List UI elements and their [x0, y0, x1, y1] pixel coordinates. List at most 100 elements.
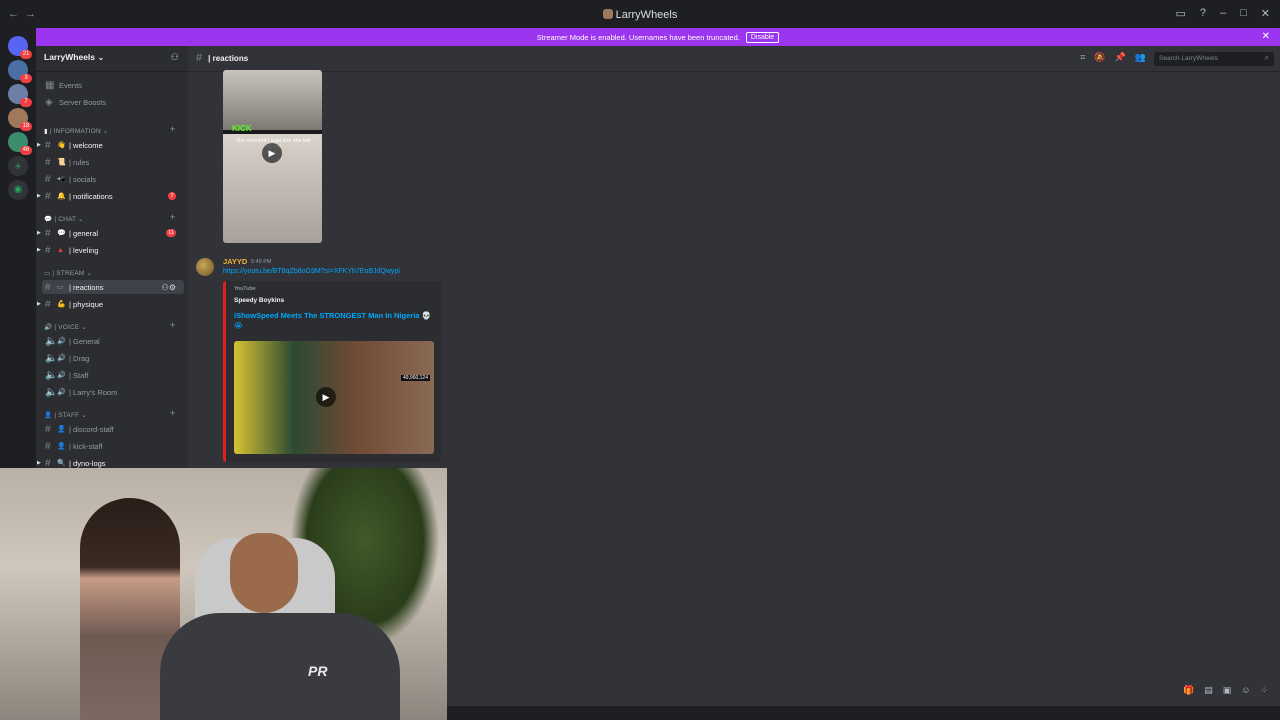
server-icon[interactable]: 46: [8, 132, 32, 155]
embed-video-thumbnail[interactable]: 49,960,124 ▶: [234, 341, 434, 454]
speaker-icon: 🔈: [45, 386, 58, 398]
server-icon-larrywheels[interactable]: 18: [8, 108, 32, 131]
add-server-icon[interactable]: +: [8, 156, 28, 176]
person-right: PR: [160, 533, 400, 720]
add-channel-icon[interactable]: +: [170, 124, 175, 134]
mute-icon[interactable]: 🔕: [1094, 52, 1105, 63]
message-author[interactable]: JAYYD: [223, 257, 247, 266]
video-attachment[interactable]: KICK The moment I said this she left my …: [223, 70, 322, 243]
window-titlebar: ←→ LarryWheels ▭ ? – □ ✕: [0, 0, 1280, 30]
minimize-button[interactable]: –: [1220, 7, 1226, 20]
sidebar-item-events[interactable]: ▦ Events: [42, 78, 184, 92]
pin-icon[interactable]: 📌: [1115, 52, 1126, 63]
server-icon[interactable]: 7: [8, 84, 32, 107]
home-button[interactable]: 21: [8, 36, 32, 59]
gif-icon[interactable]: ▤: [1204, 685, 1213, 696]
close-icon[interactable]: ✕: [1262, 31, 1270, 42]
category-chat[interactable]: 💬 | CHAT ⌄ +: [44, 212, 175, 223]
window-controls: ▭ ? – □ ✕: [1175, 7, 1270, 20]
message-link[interactable]: https://youtu.be/BT8qZb8oG9M?si=XFKYh7Eo…: [223, 268, 400, 275]
channel-leveling[interactable]: ▶ # ▲ | leveling: [37, 243, 184, 257]
sticker-icon[interactable]: ▣: [1223, 685, 1232, 696]
category-staff[interactable]: 👤 | STAFF ⌄ +: [44, 408, 175, 419]
message-input-bar[interactable]: 🎁 ▤ ▣ ☺ ⁘: [447, 676, 1280, 706]
hash-icon: #: [45, 298, 51, 310]
embed-title[interactable]: iShowSpeed Meets The STRONGEST Man In Ni…: [234, 311, 434, 331]
hash-icon: #: [45, 156, 51, 168]
play-icon[interactable]: ▶: [262, 143, 282, 163]
shirt-logo: PR: [308, 663, 328, 679]
voice-channel-general[interactable]: 🔈 🔊 | General: [42, 334, 184, 348]
channel-sidebar: LarryWheels ⌄ ⚇ ▦ Events ◈ Server Boosts ▮…: [36, 46, 188, 468]
footer-strip: [447, 706, 1280, 720]
channel-general[interactable]: ▶ # 💬 | general 11: [37, 226, 184, 240]
channel-socials[interactable]: # 📲 | socials: [42, 172, 184, 186]
speaker-icon: 🔈: [45, 335, 58, 347]
category-information[interactable]: ▮ | INFORMATION ⌄ +: [44, 124, 175, 135]
banner-text: Streamer Mode is enabled. Usernames have…: [536, 32, 740, 42]
channel-rules[interactable]: # 📜 | rules: [42, 155, 184, 169]
emoji-icon[interactable]: ☺: [1241, 685, 1250, 696]
streamer-mode-banner: Streamer Mode is enabled. Usernames have…: [36, 28, 1280, 46]
server-icon[interactable]: 3: [8, 60, 32, 83]
add-channel-icon[interactable]: +: [170, 408, 175, 418]
chat-icon: 💬: [44, 216, 53, 223]
head: [230, 533, 298, 613]
window-title-text: LarryWheels: [615, 9, 678, 21]
help-icon[interactable]: ?: [1200, 7, 1206, 20]
sidebar-item-boosts[interactable]: ◈ Server Boosts: [42, 95, 184, 109]
guild-header[interactable]: LarryWheels ⌄ ⚇: [36, 46, 188, 72]
channel-notifications[interactable]: ▶ # 🔔 | notifications 7: [37, 189, 184, 203]
close-window-button[interactable]: ✕: [1261, 7, 1270, 20]
server-badge: 21: [20, 50, 32, 59]
server-badge: 46: [20, 146, 32, 155]
category-voice[interactable]: 🔊 | VOICE ⌄ +: [44, 320, 175, 331]
kick-logo: KICK: [232, 124, 252, 133]
channel-header: # | reactions ⌗ 🔕 📌 👥 Search LarryWheels ⌕: [188, 46, 1280, 72]
shirt: [160, 613, 400, 720]
hash-icon: #: [45, 281, 51, 293]
person-icon: 👤: [44, 412, 53, 419]
embed-author[interactable]: Speedy Boykins: [234, 297, 284, 304]
calendar-icon: ▦: [45, 79, 55, 91]
channel-title: # | reactions: [196, 52, 249, 64]
search-input[interactable]: Search LarryWheels ⌕: [1154, 52, 1274, 66]
video-thumbnail-top: [223, 70, 322, 130]
embed-provider: YouTube: [234, 286, 256, 292]
server-badge: 18: [20, 122, 32, 131]
inbox-icon[interactable]: ▭: [1175, 7, 1185, 20]
settings-icon[interactable]: ⚇⚙: [162, 283, 176, 292]
invite-icon[interactable]: ⚇: [171, 52, 179, 63]
channel-kick-staff[interactable]: # 👤 | kick-staff: [42, 439, 184, 453]
voice-channel-drag[interactable]: 🔈 🔊 | Drag: [42, 351, 184, 365]
channel-reactions[interactable]: # ▭ | reactions ⚇⚙: [42, 280, 184, 294]
category-stream[interactable]: ▭ | STREAM ⌄: [44, 269, 92, 277]
members-icon[interactable]: 👥: [1135, 52, 1146, 63]
channel-dyno-logs[interactable]: ▶ # 🔍 | dyno-logs: [37, 456, 184, 469]
voice-channel-larrys-room[interactable]: 🔈 🔊 | Larry's Room: [42, 385, 184, 399]
guild-name: LarryWheels ⌄: [44, 52, 105, 62]
mention-badge: 11: [166, 229, 176, 237]
hash-icon: #: [45, 173, 51, 185]
speaker-icon: 🔈: [45, 369, 58, 381]
channel-welcome[interactable]: ▶ # 👋 | welcome: [37, 138, 184, 152]
channel-discord-staff[interactable]: # 👤 | discord-staff: [42, 422, 184, 436]
add-channel-icon[interactable]: +: [170, 320, 175, 330]
play-icon[interactable]: ▶: [316, 387, 336, 407]
server-badge: 7: [20, 98, 32, 107]
avatar[interactable]: [196, 258, 214, 276]
add-channel-icon[interactable]: +: [170, 212, 175, 222]
maximize-button[interactable]: □: [1240, 7, 1247, 20]
channel-physique[interactable]: ▶ # 💪 | physique: [37, 297, 184, 311]
threads-icon[interactable]: ⌗: [1080, 52, 1085, 63]
category-icon: ▮: [44, 128, 48, 135]
apps-icon[interactable]: ⁘: [1260, 685, 1268, 696]
message-timestamp: 5:49 PM: [251, 259, 272, 265]
gift-icon[interactable]: 🎁: [1183, 685, 1194, 696]
voice-channel-staff[interactable]: 🔈 🔊 | Staff: [42, 368, 184, 382]
server-icon: [602, 9, 613, 19]
explore-icon[interactable]: ◉: [8, 180, 28, 200]
disable-streamer-mode-button[interactable]: Disable: [745, 31, 780, 43]
speaker-icon: 🔈: [45, 352, 58, 364]
hash-icon: #: [45, 440, 51, 452]
